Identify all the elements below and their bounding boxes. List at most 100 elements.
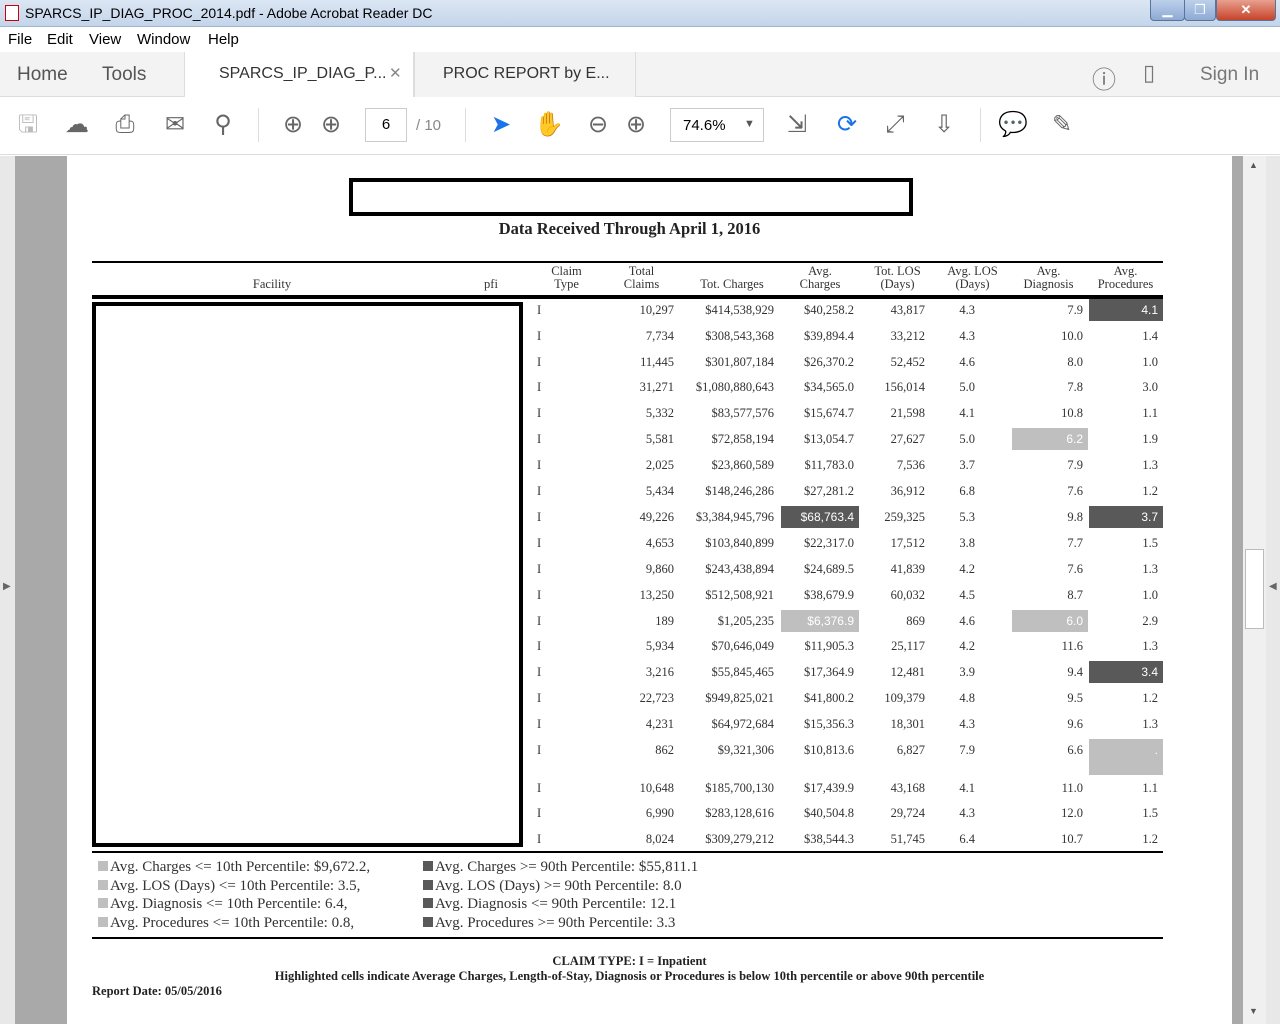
sign-in-button[interactable]: Sign In bbox=[1200, 64, 1259, 86]
window-title: SPARCS_IP_DIAG_PROC_2014.pdf - Adobe Acr… bbox=[25, 5, 433, 21]
report-subtitle: Data Received Through April 1, 2016 bbox=[498, 219, 761, 238]
cell-total-claims: 6,990 bbox=[645, 806, 674, 820]
previous-page-icon[interactable]: ⊕ bbox=[278, 111, 308, 139]
menu-help[interactable]: Help bbox=[208, 31, 239, 48]
cell-total-claims: 7,734 bbox=[645, 329, 674, 343]
cell-avg-charges: $26,370.2 bbox=[804, 355, 854, 369]
cell-total-claims: 22,723 bbox=[639, 691, 674, 705]
cell-total-claims: 4,231 bbox=[645, 717, 674, 731]
header-top-rule bbox=[92, 261, 1163, 263]
cell-claim-type: I bbox=[537, 806, 542, 820]
cell-avg-charges: $15,674.7 bbox=[804, 406, 854, 420]
legend-item-low: Avg. Charges <= 10th Percentile: $9,672.… bbox=[98, 859, 370, 876]
zoom-in-icon[interactable]: ⊕ bbox=[621, 111, 651, 139]
select-cursor-icon[interactable]: ➤ bbox=[486, 111, 516, 139]
cell-avg-los: 4.2 bbox=[959, 562, 975, 576]
rotate-icon[interactable]: ⟳ bbox=[832, 111, 862, 139]
tools-tab[interactable]: Tools bbox=[102, 64, 146, 86]
page-number-input[interactable]: 6 bbox=[365, 108, 407, 142]
cell-total-claims: 5,581 bbox=[645, 432, 674, 446]
cell-tot-los: 27,627 bbox=[890, 432, 925, 446]
cell-avg-charges: $6,376.9 bbox=[781, 610, 859, 632]
cell-avg-charges: $41,800.2 bbox=[804, 691, 854, 705]
cell-avg-diagnosis: 6.0 bbox=[1012, 610, 1088, 632]
cell-avg-diagnosis: 10.7 bbox=[1061, 832, 1083, 846]
fit-page-icon[interactable]: ⇲ bbox=[782, 111, 812, 139]
cell-avg-diagnosis: 7.8 bbox=[1067, 380, 1083, 394]
column-header-facility: Facility bbox=[92, 278, 452, 291]
help-icon[interactable]: ⓘ bbox=[1092, 60, 1116, 95]
maximize-button[interactable]: ❐ bbox=[1184, 0, 1216, 21]
close-tab-icon[interactable]: ✕ bbox=[389, 64, 402, 82]
header-line: Tot. Charges bbox=[700, 277, 764, 291]
cell-tot-los: 43,817 bbox=[890, 303, 925, 317]
right-panel-toggle[interactable]: ◀ bbox=[1266, 156, 1280, 1024]
vertical-scrollbar[interactable]: ▲ ▼ bbox=[1243, 156, 1266, 1024]
cell-avg-procedures: 1.3 bbox=[1142, 562, 1158, 576]
document-tab[interactable]: PROC REPORT by E... bbox=[414, 52, 636, 97]
cell-avg-charges: $27,281.2 bbox=[804, 484, 854, 498]
cell-avg-procedures: 3.4 bbox=[1089, 661, 1163, 683]
zoom-select[interactable]: 74.6% ▼ bbox=[670, 108, 764, 142]
chevron-down-icon: ▼ bbox=[744, 118, 755, 130]
cell-claim-type: I bbox=[537, 510, 542, 524]
cell-claim-type: I bbox=[537, 743, 542, 757]
zoom-out-icon[interactable]: ⊖ bbox=[583, 111, 613, 139]
cell-avg-procedures: 3.7 bbox=[1089, 506, 1163, 528]
search-icon[interactable]: ⚲ bbox=[208, 111, 238, 139]
scroll-up-icon[interactable]: ▲ bbox=[1249, 160, 1258, 170]
menu-file[interactable]: File bbox=[8, 31, 32, 48]
menu-window[interactable]: Window bbox=[137, 31, 190, 48]
scroll-thumb[interactable] bbox=[1245, 549, 1264, 629]
hand-tool-icon[interactable]: ✋ bbox=[534, 111, 564, 139]
cell-tot-charges: $1,205,235 bbox=[717, 614, 774, 628]
close-button[interactable]: ✕ bbox=[1216, 0, 1276, 21]
next-page-icon[interactable]: ⊕ bbox=[316, 111, 346, 139]
scroll-down-icon[interactable]: ▼ bbox=[1249, 1006, 1258, 1016]
legend-item-high: Avg. Charges >= 90th Percentile: $55,811… bbox=[423, 859, 698, 876]
cell-avg-procedures: 1.3 bbox=[1142, 717, 1158, 731]
cell-tot-charges: $72,858,194 bbox=[711, 432, 775, 446]
cell-total-claims: 2,025 bbox=[645, 458, 674, 472]
header-line: Facility bbox=[252, 277, 292, 291]
cell-avg-diagnosis: 7.7 bbox=[1067, 536, 1083, 550]
cell-claim-type: I bbox=[537, 562, 542, 576]
cell-avg-diagnosis: 7.9 bbox=[1067, 303, 1083, 317]
cell-total-claims: 10,648 bbox=[639, 781, 674, 795]
column-header-tot-los: Tot. LOS (Days) bbox=[860, 265, 935, 291]
pdf-page: Data Received Through April 1, 2016 Faci… bbox=[67, 156, 1232, 1024]
highlight-pen-icon[interactable]: ✎ bbox=[1047, 111, 1077, 139]
header-line: Procedures bbox=[1097, 277, 1154, 291]
cell-avg-diagnosis: 8.7 bbox=[1067, 588, 1083, 602]
legend-swatch bbox=[98, 898, 108, 908]
save-icon[interactable]: 🖫 bbox=[13, 111, 43, 139]
scroll-mode-icon[interactable]: ⇩ bbox=[929, 111, 959, 139]
email-icon[interactable]: ✉ bbox=[160, 111, 190, 139]
cell-tot-charges: $64,972,684 bbox=[711, 717, 775, 731]
print-icon[interactable]: ⎙ bbox=[110, 111, 140, 139]
minimize-button[interactable]: ▁ bbox=[1150, 0, 1185, 21]
left-panel-toggle[interactable]: ▶ bbox=[0, 156, 15, 1024]
column-header-avg-los: Avg. LOS (Days) bbox=[935, 265, 1010, 291]
home-tab[interactable]: Home bbox=[17, 64, 68, 86]
cell-avg-procedures: 1.2 bbox=[1142, 832, 1158, 846]
menu-edit[interactable]: Edit bbox=[47, 31, 73, 48]
cell-tot-charges: $308,543,368 bbox=[705, 329, 774, 343]
legend-text: Avg. Procedures <= 10th Percentile: 0.8, bbox=[110, 914, 355, 931]
cell-avg-procedures: 1.1 bbox=[1142, 406, 1158, 420]
document-tab-active[interactable]: SPARCS_IP_DIAG_P... ✕ bbox=[184, 52, 414, 97]
cell-avg-los: 4.3 bbox=[959, 329, 975, 343]
mobile-link-icon[interactable]: ▯ bbox=[1143, 60, 1155, 86]
cell-avg-los: 5.0 bbox=[959, 432, 975, 446]
column-header-claim-type: Claim Type bbox=[529, 265, 604, 291]
cell-total-claims: 9,860 bbox=[645, 562, 674, 576]
redacted-facility-box bbox=[92, 302, 523, 847]
cell-tot-los: 25,117 bbox=[891, 639, 925, 653]
upload-icon[interactable]: ☁ bbox=[62, 111, 92, 139]
cell-avg-procedures: 1.3 bbox=[1142, 639, 1158, 653]
menu-view[interactable]: View bbox=[89, 31, 121, 48]
full-screen-icon[interactable]: ⤢ bbox=[880, 111, 910, 139]
table-bottom-rule bbox=[92, 851, 1163, 853]
comment-icon[interactable]: 💬 bbox=[998, 111, 1028, 139]
cell-tot-los: 869 bbox=[906, 614, 925, 628]
